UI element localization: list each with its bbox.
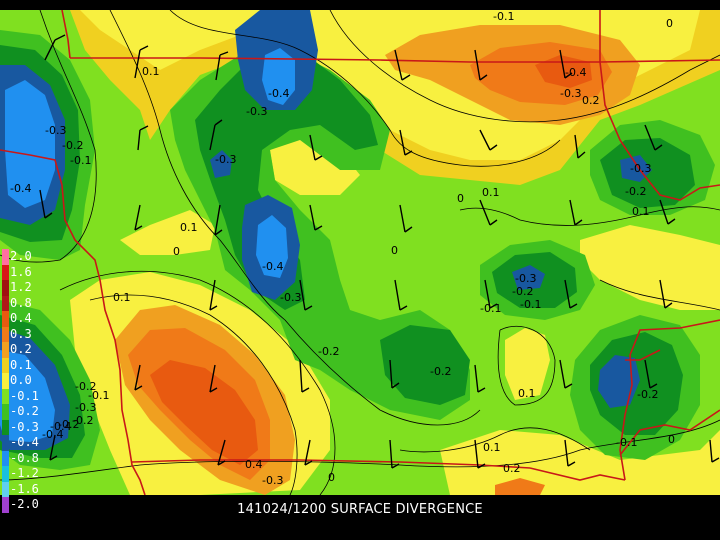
contour-label: 0.1 [142, 65, 160, 78]
legend-swatch [2, 450, 9, 466]
contour-label: -0.1 [70, 154, 91, 167]
contour-label: -0.3 [75, 401, 96, 414]
contour-label: -0.2 [62, 139, 83, 152]
legend-swatch [2, 295, 9, 311]
contour-label: -0.2 [512, 285, 533, 298]
legend-swatch [2, 280, 9, 296]
legend-label: -0.2 [10, 404, 39, 418]
legend-label: 0.8 [10, 295, 32, 310]
contour-label: -0.3 [280, 291, 301, 304]
legend-entry: 1.2 [2, 280, 62, 296]
contour-label: 0.2 [582, 94, 600, 107]
contour-label: -0.1 [493, 10, 514, 23]
contour-label: -0.3 [560, 87, 581, 100]
legend-label: -1.6 [10, 481, 39, 496]
legend-label: -0.4 [10, 435, 39, 449]
contour-label: -0.3 [215, 153, 236, 166]
legend-entry: 2.0 [2, 249, 62, 265]
legend-label: -0.1 [10, 388, 39, 403]
legend-entry: 0.0 [2, 373, 62, 389]
legend-label: 0.4 [10, 311, 32, 325]
contour-label: 0.1 [113, 291, 131, 304]
legend-entry: -1.6 [2, 481, 62, 497]
legend-label: 1.2 [10, 280, 32, 294]
legend-label: 0.2 [10, 342, 32, 356]
legend-entry: -1.2 [2, 466, 62, 482]
contour-label: 0.1 [518, 387, 536, 400]
contour-label: -0.2 [625, 185, 646, 198]
contour-label: -0.4 [10, 182, 31, 195]
contour-label: -0.2 [318, 345, 339, 358]
legend-entry: 0.4 [2, 311, 62, 327]
legend-label: -0.8 [10, 450, 39, 465]
legend-entry: 0.8 [2, 295, 62, 311]
legend-label: 0.1 [10, 357, 32, 372]
legend-swatch [2, 373, 9, 389]
legend-swatch [2, 249, 9, 265]
legend-label: 2.0 [10, 249, 32, 263]
legend-entry: 0.2 [2, 342, 62, 358]
divergence-map: -0.1 0 -0.4 -0.3 0.1 -0.4 0.2 -0.3 -0.2 … [0, 10, 720, 495]
contour-label: 0 [391, 244, 398, 257]
legend-swatch [2, 326, 9, 342]
contour-label: -0.1 [520, 298, 541, 311]
contour-label: -0.1 [480, 302, 501, 315]
contour-label: -0.4 [565, 66, 586, 79]
contour-label: 0 [173, 245, 180, 258]
legend-swatch [2, 388, 9, 404]
contour-label: 0.2 [503, 462, 521, 475]
contour-label: 0.1 [483, 441, 501, 454]
contour-label: 0.4 [245, 458, 263, 471]
legend-label: 0.0 [10, 373, 32, 387]
legend-swatch [2, 466, 9, 482]
legend-swatch [2, 419, 9, 435]
contour-label: 0.1 [180, 221, 198, 234]
legend-label: -0.3 [10, 419, 39, 434]
contour-label: 0 [457, 192, 464, 205]
legend-entry: -0.2 [2, 404, 62, 420]
legend-entry: -0.8 [2, 450, 62, 466]
legend-label: -1.2 [10, 466, 39, 480]
contour-label: 0 [668, 433, 675, 446]
contour-label: -0.2 [430, 365, 451, 378]
contour-label: 0.1 [632, 205, 650, 218]
contour-label: -0.3 [246, 105, 267, 118]
map-caption: 141024/1200 SURFACE DIVERGENCE [237, 502, 483, 517]
legend-swatch [2, 481, 9, 497]
legend-entry: -0.1 [2, 388, 62, 404]
legend-entry: 1.6 [2, 264, 62, 280]
legend-label: 0.3 [10, 326, 32, 341]
contour-label: 0 [328, 471, 335, 484]
contour-label: -0.4 [262, 260, 283, 273]
legend-label: 1.6 [10, 264, 32, 279]
legend-entry: -0.3 [2, 419, 62, 435]
contour-label: -0.2 [637, 388, 658, 401]
legend-swatch [2, 264, 9, 280]
contour-label: -0.3 [630, 162, 651, 175]
legend-entry: -0.4 [2, 435, 62, 451]
legend-swatch [2, 311, 9, 327]
contour-label: -0.4 [268, 87, 289, 100]
contour-label: -0.3 [262, 474, 283, 487]
legend-entry: 0.3 [2, 326, 62, 342]
legend-swatch [2, 404, 9, 420]
color-legend: 2.0 1.6 1.2 0.8 0.4 0.3 0.2 0.1 0.0 -0.1 -0.2 -0.3-… [2, 249, 62, 513]
legend-swatch [2, 435, 9, 451]
contour-label: -0.3 [515, 272, 536, 285]
legend-swatch [2, 357, 9, 373]
plot-frame: -0.1 0 -0.4 -0.3 0.1 -0.4 0.2 -0.3 -0.2 … [0, 0, 720, 540]
legend-swatch [2, 342, 9, 358]
legend-entry: 0.1 [2, 357, 62, 373]
contour-label: 0 [666, 17, 673, 30]
contour-label: -0.3 [45, 124, 66, 137]
contour-label: -0.1 [616, 436, 637, 449]
contour-label: 0.1 [482, 186, 500, 199]
